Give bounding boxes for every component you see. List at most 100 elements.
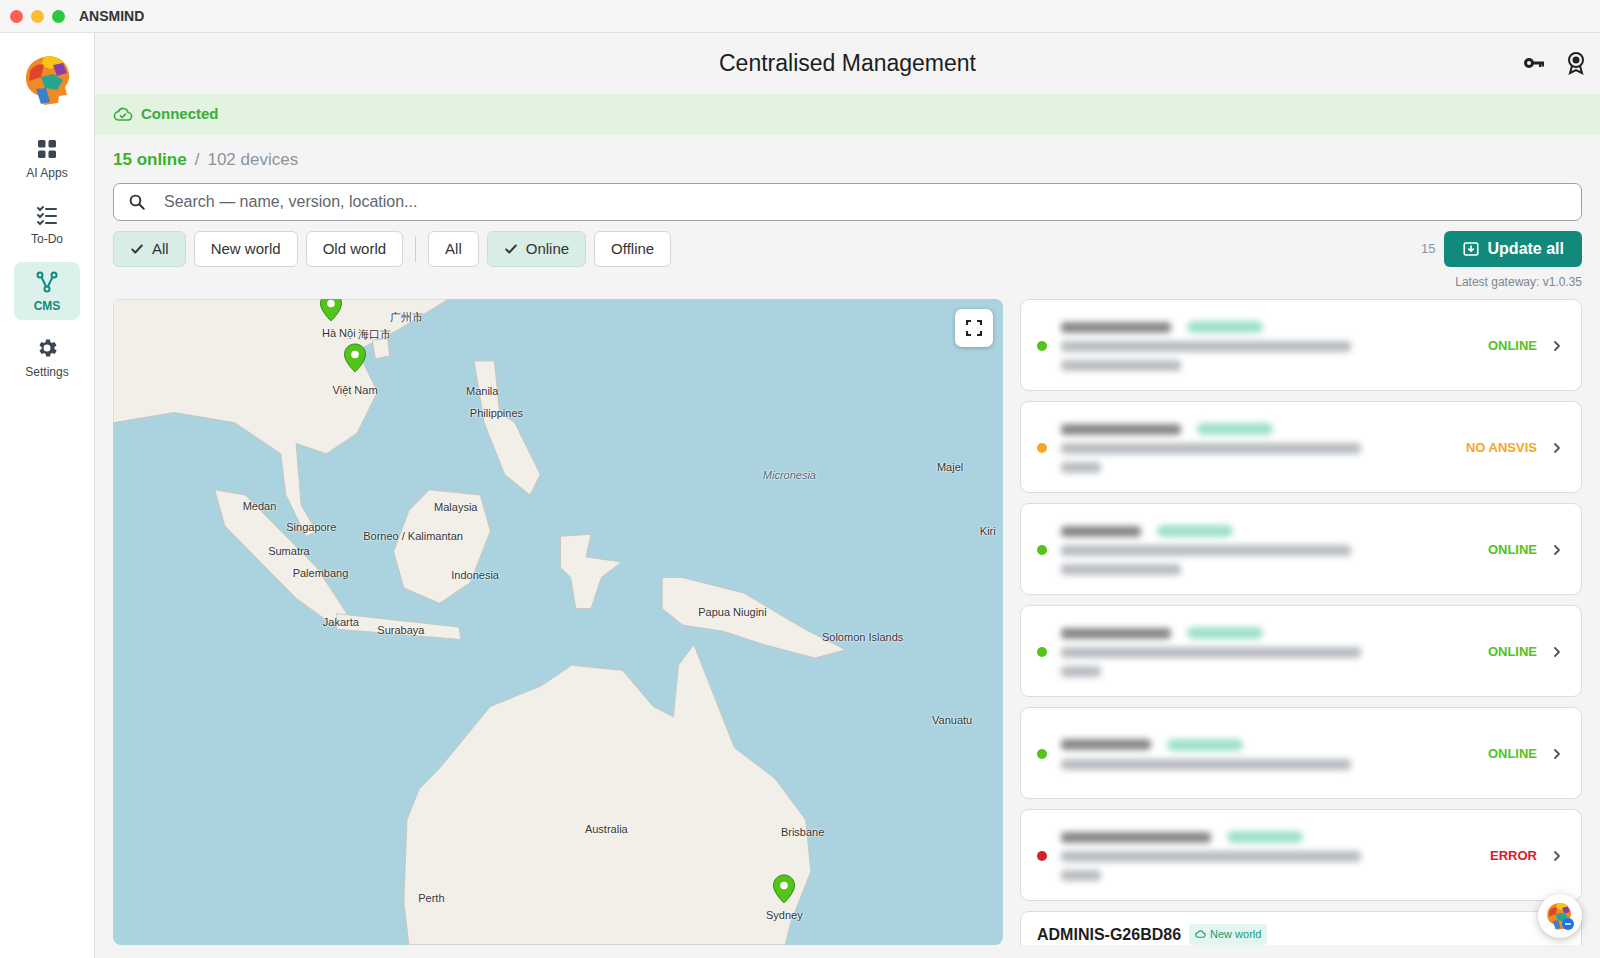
device-info bbox=[1061, 739, 1474, 770]
chip-label: Old world bbox=[323, 238, 386, 261]
redacted-location bbox=[1061, 360, 1181, 371]
map-pin-icon[interactable] bbox=[772, 874, 796, 904]
device-map[interactable]: Hà NộiViệt Nam广州市海口市ManilaPhilippinesMic… bbox=[113, 299, 1003, 945]
device-status: ONLINE bbox=[1488, 336, 1537, 356]
chevron-right-icon bbox=[1551, 748, 1563, 760]
map-label: Australia bbox=[585, 821, 628, 838]
map-label: Sumatra bbox=[268, 543, 310, 560]
tag-label: New world bbox=[1210, 926, 1261, 943]
chevron-right-icon bbox=[1551, 340, 1563, 352]
map-label: Medan bbox=[243, 497, 277, 514]
sidebar-label: Settings bbox=[25, 365, 68, 379]
minimize-button[interactable] bbox=[31, 10, 44, 23]
sidebar-item[interactable]: Settings bbox=[14, 328, 80, 386]
filter-chip[interactable]: Online bbox=[487, 231, 586, 267]
update-all-button[interactable]: Update all bbox=[1444, 231, 1582, 267]
redacted-location bbox=[1061, 666, 1101, 677]
chip-divider bbox=[415, 236, 416, 262]
network-icon bbox=[35, 270, 59, 294]
device-info bbox=[1061, 423, 1452, 473]
filter-chip[interactable]: Offline bbox=[594, 231, 671, 267]
redacted-details bbox=[1061, 545, 1351, 556]
sidebar-label: AI Apps bbox=[26, 166, 67, 180]
device-card[interactable]: NO ANSVIS bbox=[1020, 401, 1582, 493]
fullscreen-button[interactable] bbox=[955, 309, 993, 347]
filter-chip[interactable]: New world bbox=[194, 231, 298, 267]
device-card[interactable]: ONLINE bbox=[1020, 299, 1582, 391]
content-area: 15 online/102 devices All New world Old wor… bbox=[95, 135, 1600, 958]
redacted-title bbox=[1061, 423, 1452, 435]
redacted-details bbox=[1061, 443, 1361, 454]
cloud-icon bbox=[1195, 929, 1206, 940]
app-body: AI Apps To-Do CMS Settings Centralised Mana… bbox=[0, 33, 1600, 958]
redacted-location bbox=[1061, 870, 1101, 881]
redacted-location bbox=[1061, 462, 1101, 473]
status-dot bbox=[1037, 341, 1047, 351]
redacted-name bbox=[1061, 526, 1141, 537]
cloud-check-icon bbox=[113, 105, 133, 125]
map-pin-icon[interactable] bbox=[343, 343, 367, 373]
device-card[interactable]: ERROR bbox=[1020, 809, 1582, 901]
chip-label: Offline bbox=[611, 238, 654, 261]
window-title: ANSMIND bbox=[79, 6, 144, 27]
map-label: Indonesia bbox=[451, 566, 499, 583]
device-info bbox=[1061, 627, 1474, 677]
chip-label: All bbox=[152, 238, 169, 261]
filter-chip[interactable]: All bbox=[428, 231, 479, 267]
zoom-button[interactable] bbox=[52, 10, 65, 23]
map-label: Kiri bbox=[980, 523, 996, 540]
sidebar-item[interactable]: CMS bbox=[14, 262, 80, 320]
map-label: Jakarta bbox=[323, 614, 359, 631]
search-icon bbox=[128, 193, 146, 211]
header-actions bbox=[1522, 51, 1588, 75]
device-card[interactable]: ADMINIS-G26BD86New world bbox=[1020, 911, 1582, 945]
device-card[interactable]: ONLINE bbox=[1020, 503, 1582, 595]
update-group: 15Update allLatest gateway: v1.0.35 bbox=[1421, 231, 1582, 291]
map-label: Majel bbox=[937, 459, 963, 476]
map-label: Singapore bbox=[286, 519, 336, 536]
device-summary: 15 online/102 devices bbox=[113, 147, 1582, 173]
award-icon bbox=[1564, 51, 1588, 75]
map-label: Papua Niugini bbox=[698, 604, 767, 621]
device-card[interactable]: ONLINE bbox=[1020, 707, 1582, 799]
redacted-name bbox=[1061, 628, 1171, 639]
chip-label: Online bbox=[526, 238, 569, 261]
filter-chip[interactable]: Old world bbox=[306, 231, 403, 267]
redacted-title bbox=[1061, 525, 1474, 537]
device-info bbox=[1061, 831, 1476, 881]
window-controls bbox=[10, 10, 65, 23]
sidebar-item[interactable]: AI Apps bbox=[14, 129, 80, 187]
chevron-right-icon bbox=[1551, 442, 1563, 454]
filter-chip[interactable]: All bbox=[113, 231, 186, 267]
redacted-details bbox=[1061, 851, 1361, 862]
check-icon bbox=[130, 242, 144, 256]
achievements-button[interactable] bbox=[1564, 51, 1588, 75]
page-header: Centralised Management bbox=[95, 33, 1600, 94]
title-bar: ANSMIND bbox=[0, 0, 1600, 33]
redacted-details bbox=[1061, 759, 1351, 770]
redacted-details bbox=[1061, 341, 1351, 352]
map-label: Surabaya bbox=[377, 622, 424, 639]
checklist-icon bbox=[35, 203, 59, 227]
map-label: Micronesia bbox=[763, 466, 816, 483]
chevron-right-icon bbox=[1551, 646, 1563, 658]
chat-button[interactable] bbox=[1538, 894, 1582, 938]
device-info bbox=[1061, 321, 1474, 371]
license-button[interactable] bbox=[1522, 51, 1546, 75]
map-label: Manila bbox=[466, 383, 498, 400]
map-label: Hà Nội bbox=[322, 325, 356, 342]
close-button[interactable] bbox=[10, 10, 23, 23]
map-label: 广州市 bbox=[390, 308, 423, 325]
update-count: 15 bbox=[1421, 239, 1435, 259]
device-list: ONLINE NO ANSVIS ONLINE ONLINE ONLINE ERROR AD… bbox=[1020, 299, 1582, 945]
redacted-tag bbox=[1227, 831, 1303, 843]
map-pin-icon[interactable] bbox=[319, 299, 343, 322]
sidebar-item[interactable]: To-Do bbox=[14, 195, 80, 253]
map-label: Palembang bbox=[293, 564, 349, 581]
apps-grid-icon bbox=[35, 137, 59, 161]
map-label: Malaysia bbox=[434, 498, 477, 515]
device-card[interactable]: ONLINE bbox=[1020, 605, 1582, 697]
search-input[interactable] bbox=[162, 189, 1567, 215]
search-field bbox=[113, 183, 1582, 222]
chevron-right-icon bbox=[1551, 544, 1563, 556]
